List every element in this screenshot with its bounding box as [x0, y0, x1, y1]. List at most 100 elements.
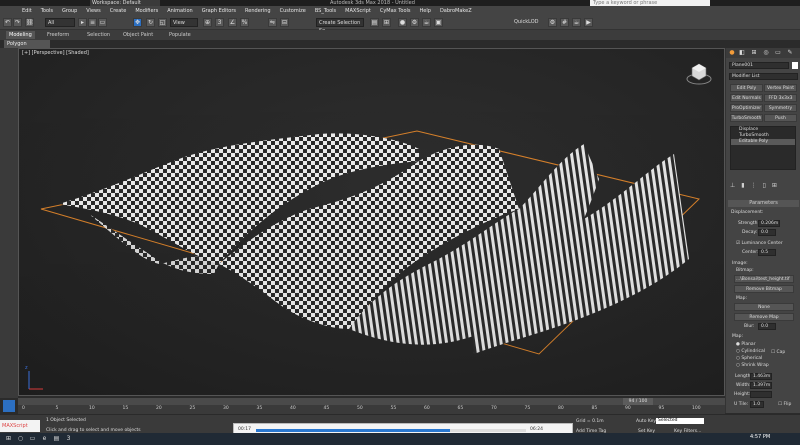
- modifier-stack[interactable]: Displace TurboSmooth Editable Poly: [730, 126, 796, 170]
- modifier-button-vertex-paint[interactable]: Vertex Paint: [764, 84, 797, 92]
- remove-modifier-icon[interactable]: ▯: [763, 182, 766, 189]
- polygon-modeling-label[interactable]: Polygon Modeling: [4, 40, 50, 55]
- show-end-result-icon[interactable]: ▮: [741, 182, 744, 189]
- map-type-spherical[interactable]: ○ Spherical: [736, 356, 762, 361]
- menu-item-graph-editors[interactable]: Graph Editors: [202, 8, 236, 14]
- motion-tab-icon[interactable]: ◎: [762, 49, 770, 57]
- layer-icon[interactable]: ▤: [370, 18, 379, 27]
- strength-spinner[interactable]: 0.206m: [758, 220, 780, 227]
- viewcube-icon[interactable]: [686, 60, 712, 86]
- hierarchy-tab-icon[interactable]: ⊞: [750, 49, 758, 57]
- modifier-button-push[interactable]: Push: [764, 114, 797, 122]
- menu-item-maxscript[interactable]: MAXScript: [345, 8, 371, 14]
- render-setup-icon[interactable]: ⚙: [410, 18, 419, 27]
- center-spinner[interactable]: 0.5: [758, 249, 776, 256]
- snap-icon[interactable]: 3: [215, 18, 224, 27]
- folder-icon[interactable]: ▤: [52, 435, 61, 443]
- rect-select-icon[interactable]: ▭: [98, 18, 107, 27]
- tab-populate[interactable]: Populate: [166, 31, 194, 39]
- bitmap-button[interactable]: ...\Bonsai\test_height.tif: [734, 275, 794, 283]
- menu-item-create[interactable]: Create: [110, 8, 127, 14]
- scale-icon[interactable]: ◱: [158, 18, 167, 27]
- video-progress-bar[interactable]: [256, 429, 526, 432]
- redo-icon[interactable]: ↷: [13, 18, 22, 27]
- link-icon[interactable]: ⛓: [25, 18, 34, 27]
- object-name-field[interactable]: Plane001: [729, 62, 789, 69]
- maxscript-listener[interactable]: MAXScript: [0, 420, 40, 432]
- tab-modeling[interactable]: Modeling: [6, 31, 35, 39]
- mini-curve-editor-icon[interactable]: [3, 400, 15, 412]
- map-button[interactable]: None: [734, 303, 794, 311]
- map-type-planar[interactable]: ● Planar: [736, 342, 756, 347]
- selection-filter[interactable]: All: [45, 18, 75, 27]
- rotate-icon[interactable]: ↻: [146, 18, 155, 27]
- make-unique-icon[interactable]: ⋮: [751, 182, 757, 189]
- grid-icon[interactable]: #: [560, 18, 569, 27]
- remove-bitmap-button[interactable]: Remove Bitmap: [734, 285, 794, 293]
- menu-item-views[interactable]: Views: [86, 8, 100, 14]
- 3dsmax-icon[interactable]: 3: [64, 435, 73, 443]
- utile-spinner[interactable]: 1.0: [750, 401, 764, 408]
- menu-item-group[interactable]: Group: [62, 8, 77, 14]
- modify-tab-icon[interactable]: ◧: [738, 49, 746, 57]
- stack-item[interactable]: Editable Poly: [731, 139, 795, 145]
- modifier-button-edit-normals[interactable]: Edit Normals: [730, 94, 763, 102]
- pin-stack-icon[interactable]: ⊥: [730, 182, 735, 189]
- utilities-tab-icon[interactable]: ✎: [786, 49, 794, 57]
- task-view-icon[interactable]: ▭: [28, 435, 37, 443]
- modifier-button-ffd-3x3x3[interactable]: FFD 3x3x3: [764, 94, 797, 102]
- modifier-button-symmetry[interactable]: Symmetry: [764, 104, 797, 112]
- material-editor-icon[interactable]: ●: [398, 18, 407, 27]
- key-selected-dropdown[interactable]: Selected: [656, 418, 704, 424]
- search-icon[interactable]: ○: [16, 435, 25, 443]
- modifier-button-edit-poly[interactable]: Edit Poly: [730, 84, 763, 92]
- render-icon[interactable]: ☕: [422, 18, 431, 27]
- tab-freeform[interactable]: Freeform: [44, 31, 72, 39]
- quicklod-label[interactable]: QuickLOD: [514, 19, 539, 25]
- move-icon[interactable]: ✥: [133, 18, 142, 27]
- cap-checkbox[interactable]: ☐ Cap: [771, 350, 785, 355]
- named-selection-set[interactable]: Create Selection Se: [316, 18, 364, 34]
- modifier-button-prooptimizer[interactable]: ProOptimizer: [730, 104, 763, 112]
- align-icon[interactable]: ⊟: [280, 18, 289, 27]
- menu-item-customize[interactable]: Customize: [280, 8, 306, 14]
- pivot-icon[interactable]: ⊕: [203, 18, 212, 27]
- schematic-icon[interactable]: ⊞: [382, 18, 391, 27]
- map-type-cylindrical[interactable]: ○ Cylindrical: [736, 349, 765, 354]
- display-tab-icon[interactable]: ▭: [774, 49, 782, 57]
- auto-key-button[interactable]: Auto Key: [636, 419, 656, 424]
- teapot-icon[interactable]: ☕: [572, 18, 581, 27]
- flip-checkbox[interactable]: ☐ Flip: [778, 402, 791, 407]
- undo-icon[interactable]: ↶: [3, 18, 12, 27]
- menu-item-modifiers[interactable]: Modifiers: [135, 8, 158, 14]
- angle-snap-icon[interactable]: ∠: [228, 18, 237, 27]
- decay-spinner[interactable]: 0.0: [758, 229, 776, 236]
- blur-spinner[interactable]: 0.0: [758, 323, 776, 330]
- menu-item-cymax-tools[interactable]: CyMax Tools: [380, 8, 411, 14]
- length-spinner[interactable]: 1.463m: [750, 373, 772, 380]
- gear-icon[interactable]: ⚙: [548, 18, 557, 27]
- mirror-icon[interactable]: ⇋: [268, 18, 277, 27]
- object-color-swatch[interactable]: [792, 62, 798, 69]
- modifier-button-turbosmooth[interactable]: TurboSmooth: [730, 114, 763, 122]
- select-object-icon[interactable]: ▸: [78, 18, 87, 27]
- camera-icon[interactable]: ▶: [584, 18, 593, 27]
- width-spinner[interactable]: 1.397m: [750, 382, 772, 389]
- create-tab-icon[interactable]: ●: [728, 49, 736, 57]
- luminance-center-checkbox[interactable]: ☑ Luminance Center: [736, 241, 783, 246]
- configure-sets-icon[interactable]: ⊞: [772, 182, 777, 189]
- menu-item-rendering[interactable]: Rendering: [245, 8, 271, 14]
- reference-coord-dropdown[interactable]: View: [170, 18, 198, 27]
- menu-item-help[interactable]: Help: [420, 8, 431, 14]
- menu-item-bs-tools[interactable]: BS_Tools: [315, 8, 336, 14]
- time-slider[interactable]: 94 / 100: [18, 398, 725, 405]
- start-icon[interactable]: ⊞: [4, 435, 13, 443]
- map-type-shrink-wrap[interactable]: ○ Shrink Wrap: [736, 363, 769, 368]
- tab-object-paint[interactable]: Object Paint: [120, 31, 156, 39]
- browser-icon[interactable]: e: [40, 435, 49, 443]
- percent-snap-icon[interactable]: %: [240, 18, 249, 27]
- remove-map-button[interactable]: Remove Map: [734, 313, 794, 321]
- height-spinner[interactable]: [750, 391, 772, 398]
- parameters-rollout[interactable]: Parameters: [728, 200, 799, 207]
- tab-selection[interactable]: Selection: [84, 31, 113, 39]
